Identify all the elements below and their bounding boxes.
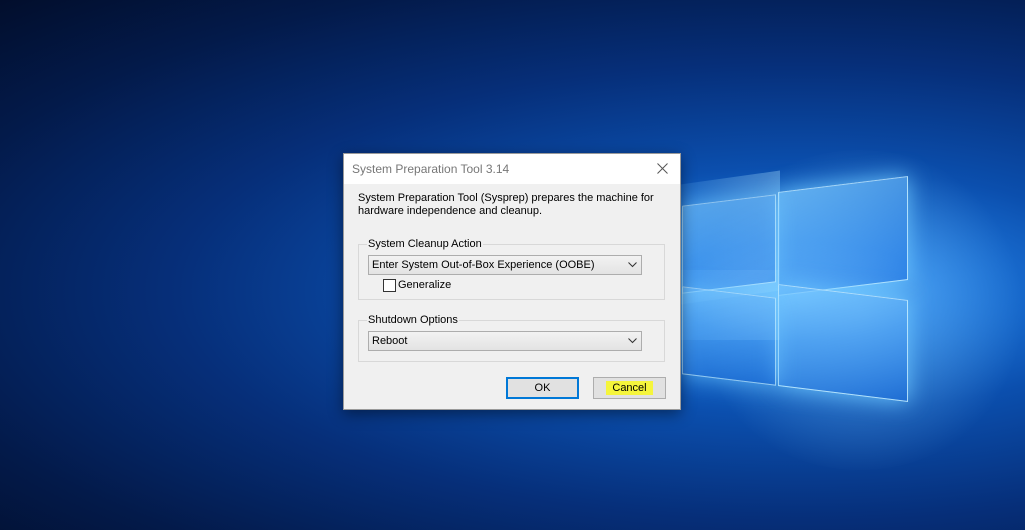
shutdown-options-value: Reboot [372, 335, 408, 347]
cancel-button[interactable]: Cancel [593, 377, 666, 399]
windows-logo-pane-br [682, 286, 776, 386]
shutdown-options-group: Shutdown Options Reboot [358, 314, 665, 362]
chevron-down-icon [628, 338, 637, 344]
shutdown-options-select[interactable]: Reboot [368, 331, 642, 351]
windows-logo-pane-bl [778, 284, 908, 402]
cleanup-action-label: System Cleanup Action [367, 238, 483, 250]
window-title: System Preparation Tool 3.14 [352, 162, 510, 176]
shutdown-options-label: Shutdown Options [367, 314, 459, 326]
description-text: System Preparation Tool (Sysprep) prepar… [358, 192, 654, 217]
generalize-label[interactable]: Generalize [398, 279, 451, 291]
ok-button[interactable]: OK [506, 377, 579, 399]
windows-logo-pane-tl [778, 176, 908, 296]
cleanup-action-value: Enter System Out-of-Box Experience (OOBE… [372, 259, 595, 271]
checkbox-box[interactable] [383, 279, 396, 292]
chevron-down-icon [628, 262, 637, 268]
title-bar[interactable]: System Preparation Tool 3.14 [344, 154, 680, 184]
cleanup-action-group: System Cleanup Action Enter System Out-o… [358, 238, 665, 300]
ok-label: OK [534, 382, 551, 394]
cancel-label: Cancel [606, 381, 653, 395]
close-button[interactable] [652, 158, 674, 180]
windows-logo-pane-tr [682, 194, 776, 294]
sysprep-dialog: System Preparation Tool 3.14 System Prep… [343, 153, 681, 410]
close-icon [657, 163, 668, 174]
cleanup-action-select[interactable]: Enter System Out-of-Box Experience (OOBE… [368, 255, 642, 275]
